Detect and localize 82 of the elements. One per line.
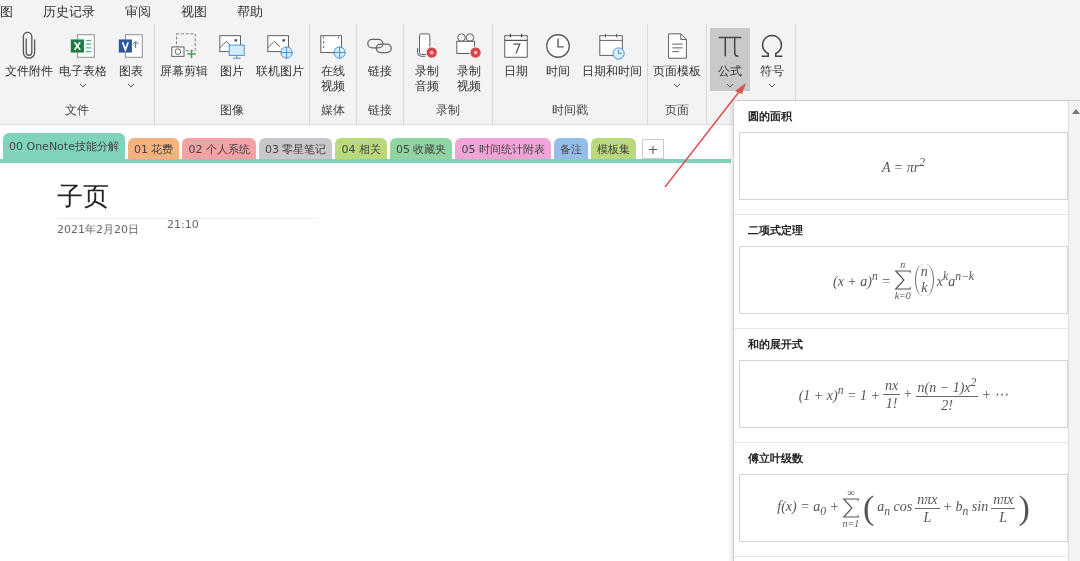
equation-title: 和的展开式 bbox=[747, 337, 804, 353]
group-label: 图像 bbox=[220, 103, 244, 119]
section-tab[interactable]: 00 OneNote技能分解 bbox=[3, 133, 125, 159]
ribbon-button[interactable]: 录制音频 bbox=[407, 28, 447, 97]
formula-parenthesis: ( bbox=[862, 491, 875, 525]
formula-text: (1 + x)$^{n}$ = 1 + bbox=[798, 384, 880, 404]
formula-text: + b$_{n}$ sin bbox=[942, 498, 989, 518]
ribbon-button[interactable]: 符号 bbox=[752, 28, 792, 91]
section-tab[interactable]: 05 时间统计附表 bbox=[455, 138, 551, 159]
fraction-denominator: L bbox=[999, 508, 1008, 526]
ribbon-button[interactable]: 图表 bbox=[111, 28, 151, 91]
ribbon-button[interactable]: 链接 bbox=[360, 28, 400, 82]
fraction-denominator: L bbox=[923, 508, 932, 526]
scrollbar[interactable] bbox=[1068, 101, 1080, 561]
camera-record-icon bbox=[454, 31, 484, 61]
section-tab[interactable]: 01 花费 bbox=[127, 138, 180, 159]
menu-tab[interactable]: 图 bbox=[0, 3, 13, 21]
ribbon-button[interactable]: 公式 bbox=[710, 28, 750, 91]
formula-text: f(x) = a$_{0}$ + bbox=[777, 498, 839, 518]
clock-icon bbox=[543, 31, 573, 61]
add-section-button[interactable]: + bbox=[641, 139, 664, 159]
ribbon-button[interactable]: 日期和时间 bbox=[580, 28, 644, 82]
fraction-numerator: n(n − 1)x$^{2}$ bbox=[915, 374, 979, 397]
calendar-icon bbox=[501, 31, 531, 61]
ribbon-button[interactable]: 文件附件 bbox=[3, 28, 55, 82]
scroll-up-icon[interactable] bbox=[1072, 109, 1080, 114]
ribbon-button[interactable]: 录制视频 bbox=[449, 28, 489, 97]
formula-text: + bbox=[903, 386, 913, 402]
equation-title: 二项式定理 bbox=[747, 223, 804, 239]
formula-text: a$_{n}$ cos bbox=[877, 498, 913, 518]
diagram-icon bbox=[116, 31, 146, 61]
menu-tab[interactable]: 历史记录 bbox=[43, 3, 95, 21]
formula-parenthesis: ) bbox=[1018, 491, 1030, 525]
formula-text: + ⋯ bbox=[981, 385, 1009, 403]
menu-tab[interactable]: 帮助 bbox=[237, 3, 263, 21]
camera-icon bbox=[169, 31, 199, 61]
formula-text: (x + a)$^{n}$ = bbox=[832, 270, 891, 290]
menu-tab[interactable]: 视图 bbox=[181, 3, 207, 21]
formula-text: x$^{k}$a$^{n−k}$ bbox=[936, 270, 975, 290]
ribbon-button[interactable]: 时间 bbox=[538, 28, 578, 82]
fraction-denominator: 2! bbox=[941, 396, 953, 414]
group-label: 录制 bbox=[436, 103, 460, 119]
page-title: 子页 bbox=[57, 179, 317, 219]
group-label: 文件 bbox=[65, 103, 89, 119]
ribbon-button[interactable]: 联机图片 bbox=[254, 28, 306, 82]
section-tab[interactable]: 04 相关 bbox=[335, 138, 387, 159]
binomial-top: n bbox=[920, 264, 928, 280]
formula-text: A = πr$^{2}$ bbox=[881, 156, 925, 176]
binomial-bottom: k bbox=[921, 280, 928, 296]
menu-tab[interactable]: 审阅 bbox=[125, 3, 151, 21]
ribbon-button[interactable]: 日期 bbox=[496, 28, 536, 82]
ribbon-button[interactable]: 屏幕剪辑 bbox=[158, 28, 210, 82]
section-tab[interactable]: 03 零星笔记 bbox=[258, 138, 333, 159]
equation-title: 圆的面积 bbox=[747, 109, 793, 125]
fraction-numerator: nx bbox=[882, 376, 901, 395]
group-label: 链接 bbox=[368, 103, 392, 119]
sum-upper-limit: ∞ bbox=[847, 487, 855, 498]
section-tab[interactable]: 05 收藏夹 bbox=[389, 138, 453, 159]
sum-lower-limit: n=1 bbox=[842, 518, 860, 529]
fraction-numerator: nπx bbox=[915, 490, 940, 509]
page-date: 2021年2月20日 bbox=[57, 222, 139, 237]
group-label: 媒体 bbox=[321, 103, 345, 119]
fraction-denominator: 1! bbox=[885, 394, 898, 412]
fraction-numerator: nπx bbox=[991, 490, 1016, 509]
spreadsheet-icon bbox=[68, 31, 98, 61]
ribbon-button[interactable]: 电子表格 bbox=[57, 28, 109, 91]
ribbon-button[interactable]: 在线视频 bbox=[313, 28, 353, 97]
ribbon-button[interactable]: 图片 bbox=[212, 28, 252, 82]
group-label: 时间戳 bbox=[552, 103, 588, 119]
group-label: 页面 bbox=[665, 103, 689, 119]
sum-lower-limit: k=0 bbox=[894, 290, 911, 301]
summation-sign-icon bbox=[893, 270, 912, 290]
sum-upper-limit: n bbox=[900, 259, 906, 270]
section-tab[interactable]: 备注 bbox=[553, 138, 588, 159]
section-tab[interactable]: 02 个人系统 bbox=[182, 138, 256, 159]
summation-sign-icon bbox=[841, 498, 860, 518]
equation-title: 傅立叶级数 bbox=[747, 451, 804, 467]
section-tab[interactable]: 模板集 bbox=[590, 138, 636, 159]
ribbon-button[interactable]: 页面模板 bbox=[651, 28, 703, 91]
equation-option[interactable]: A = πr$^{2}$ bbox=[739, 132, 1068, 200]
calendar-clock-icon bbox=[597, 31, 627, 61]
page-time: 21:10 bbox=[167, 218, 199, 233]
